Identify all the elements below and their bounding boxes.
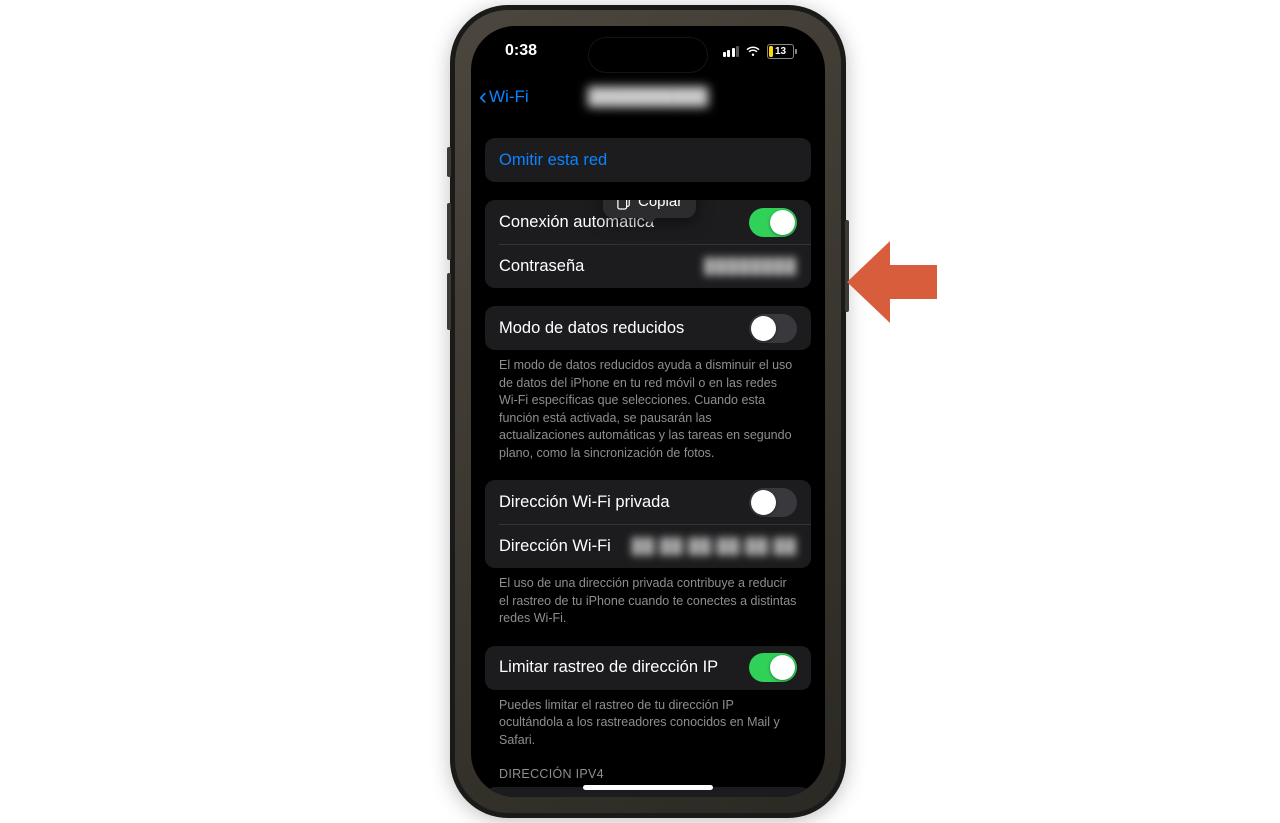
private-address-label: Dirección Wi-Fi privada bbox=[499, 493, 670, 512]
low-data-row[interactable]: Modo de datos reducidos bbox=[485, 306, 811, 350]
battery-icon: 13 bbox=[767, 44, 797, 59]
password-label: Contraseña bbox=[499, 257, 584, 276]
wifi-mac-row[interactable]: Dirección Wi-Fi ██:██:██:██:██:██ bbox=[485, 524, 811, 568]
wifi-mac-label: Dirección Wi-Fi bbox=[499, 537, 611, 556]
private-address-toggle[interactable] bbox=[749, 488, 797, 517]
private-address-footer: El uso de una dirección privada contribu… bbox=[485, 568, 811, 628]
wifi-mac-value: ██:██:██:██:██:██ bbox=[632, 538, 797, 555]
limit-ip-tracking-row[interactable]: Limitar rastreo de dirección IP bbox=[485, 646, 811, 690]
status-time: 0:38 bbox=[505, 42, 537, 60]
nav-bar: ‹ Wi-Fi ██████████ bbox=[471, 76, 825, 118]
wifi-icon bbox=[745, 45, 761, 57]
phone-screen: 0:38 13 ‹ Wi-Fi ██████ bbox=[471, 26, 825, 797]
page-title: ██████████ bbox=[471, 87, 825, 107]
dynamic-island bbox=[588, 37, 708, 73]
cellular-signal-icon bbox=[723, 45, 740, 57]
highlight-arrow-icon bbox=[847, 241, 937, 323]
ipv4-header: DIRECCIÓN IPV4 bbox=[485, 749, 811, 781]
phone-frame: 0:38 13 ‹ Wi-Fi ██████ bbox=[450, 5, 846, 818]
silent-switch bbox=[447, 147, 451, 177]
low-data-label: Modo de datos reducidos bbox=[499, 319, 684, 338]
low-data-toggle[interactable] bbox=[749, 314, 797, 343]
home-indicator[interactable] bbox=[583, 785, 713, 790]
copy-popover[interactable]: Copiar bbox=[603, 200, 696, 218]
volume-down-button bbox=[447, 273, 451, 330]
password-row[interactable]: Contraseña ████████ bbox=[485, 244, 811, 288]
limit-ip-tracking-footer: Puedes limitar el rastreo de tu direcció… bbox=[485, 690, 811, 750]
volume-up-button bbox=[447, 203, 451, 260]
low-data-footer: El modo de datos reducidos ayuda a dismi… bbox=[485, 350, 811, 462]
limit-ip-tracking-label: Limitar rastreo de dirección IP bbox=[499, 658, 718, 677]
forget-network-button[interactable]: Omitir esta red bbox=[485, 138, 811, 182]
private-address-row[interactable]: Dirección Wi-Fi privada bbox=[485, 480, 811, 524]
password-value: ████████ bbox=[704, 258, 797, 275]
limit-ip-tracking-toggle[interactable] bbox=[749, 653, 797, 682]
copy-icon bbox=[617, 200, 631, 210]
auto-join-toggle[interactable] bbox=[749, 208, 797, 237]
